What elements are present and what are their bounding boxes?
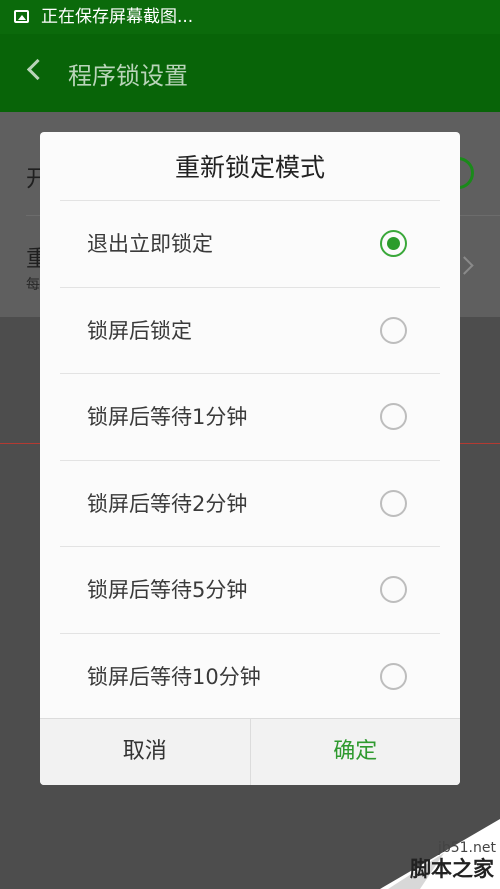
radio-dot-icon: [387, 237, 400, 250]
option-label: 锁屏后锁定: [87, 318, 192, 343]
option-row[interactable]: 锁屏后等待2分钟: [60, 459, 440, 547]
screenshot-icon: [14, 10, 29, 23]
option-row[interactable]: 锁屏后等待10分钟: [60, 632, 440, 720]
option-label: 锁屏后等待10分钟: [87, 664, 261, 689]
confirm-button[interactable]: 确定: [251, 719, 461, 785]
setting-sub-fragment: 每: [26, 277, 40, 293]
cancel-button[interactable]: 取消: [40, 719, 251, 785]
watermark: jb51.net 脚本之家: [360, 809, 500, 889]
option-row[interactable]: 锁屏后等待5分钟: [60, 546, 440, 633]
radio-button-checked[interactable]: [380, 230, 407, 257]
back-arrow-icon[interactable]: [26, 58, 49, 81]
watermark-name: 脚本之家: [410, 857, 494, 881]
status-notification: 正在保存屏幕截图...: [41, 7, 194, 27]
page-title: 程序锁设置: [68, 62, 188, 90]
radio-button[interactable]: [380, 576, 407, 603]
option-label: 退出立即锁定: [87, 232, 213, 256]
status-bar: 正在保存屏幕截图...: [0, 0, 500, 34]
option-label: 锁屏后等待2分钟: [87, 491, 248, 516]
radio-button[interactable]: [380, 662, 407, 690]
option-row[interactable]: 退出立即锁定: [60, 200, 440, 287]
option-label: 锁屏后等待5分钟: [87, 578, 248, 602]
radio-button[interactable]: [380, 316, 407, 344]
app-bar: 程序锁设置: [0, 34, 500, 112]
relock-mode-dialog: 重新锁定模式 退出立即锁定 锁屏后锁定 锁屏后等待1分钟 锁屏后等待2分钟 锁屏…: [40, 132, 460, 785]
dialog-button-bar: 取消 确定: [40, 718, 460, 785]
option-label: 锁屏后等待1分钟: [87, 405, 248, 429]
option-row[interactable]: 锁屏后锁定: [60, 286, 440, 374]
radio-button[interactable]: [380, 489, 407, 517]
dialog-title: 重新锁定模式: [174, 153, 325, 182]
option-row[interactable]: 锁屏后等待1分钟: [60, 373, 440, 460]
radio-button[interactable]: [380, 403, 407, 430]
